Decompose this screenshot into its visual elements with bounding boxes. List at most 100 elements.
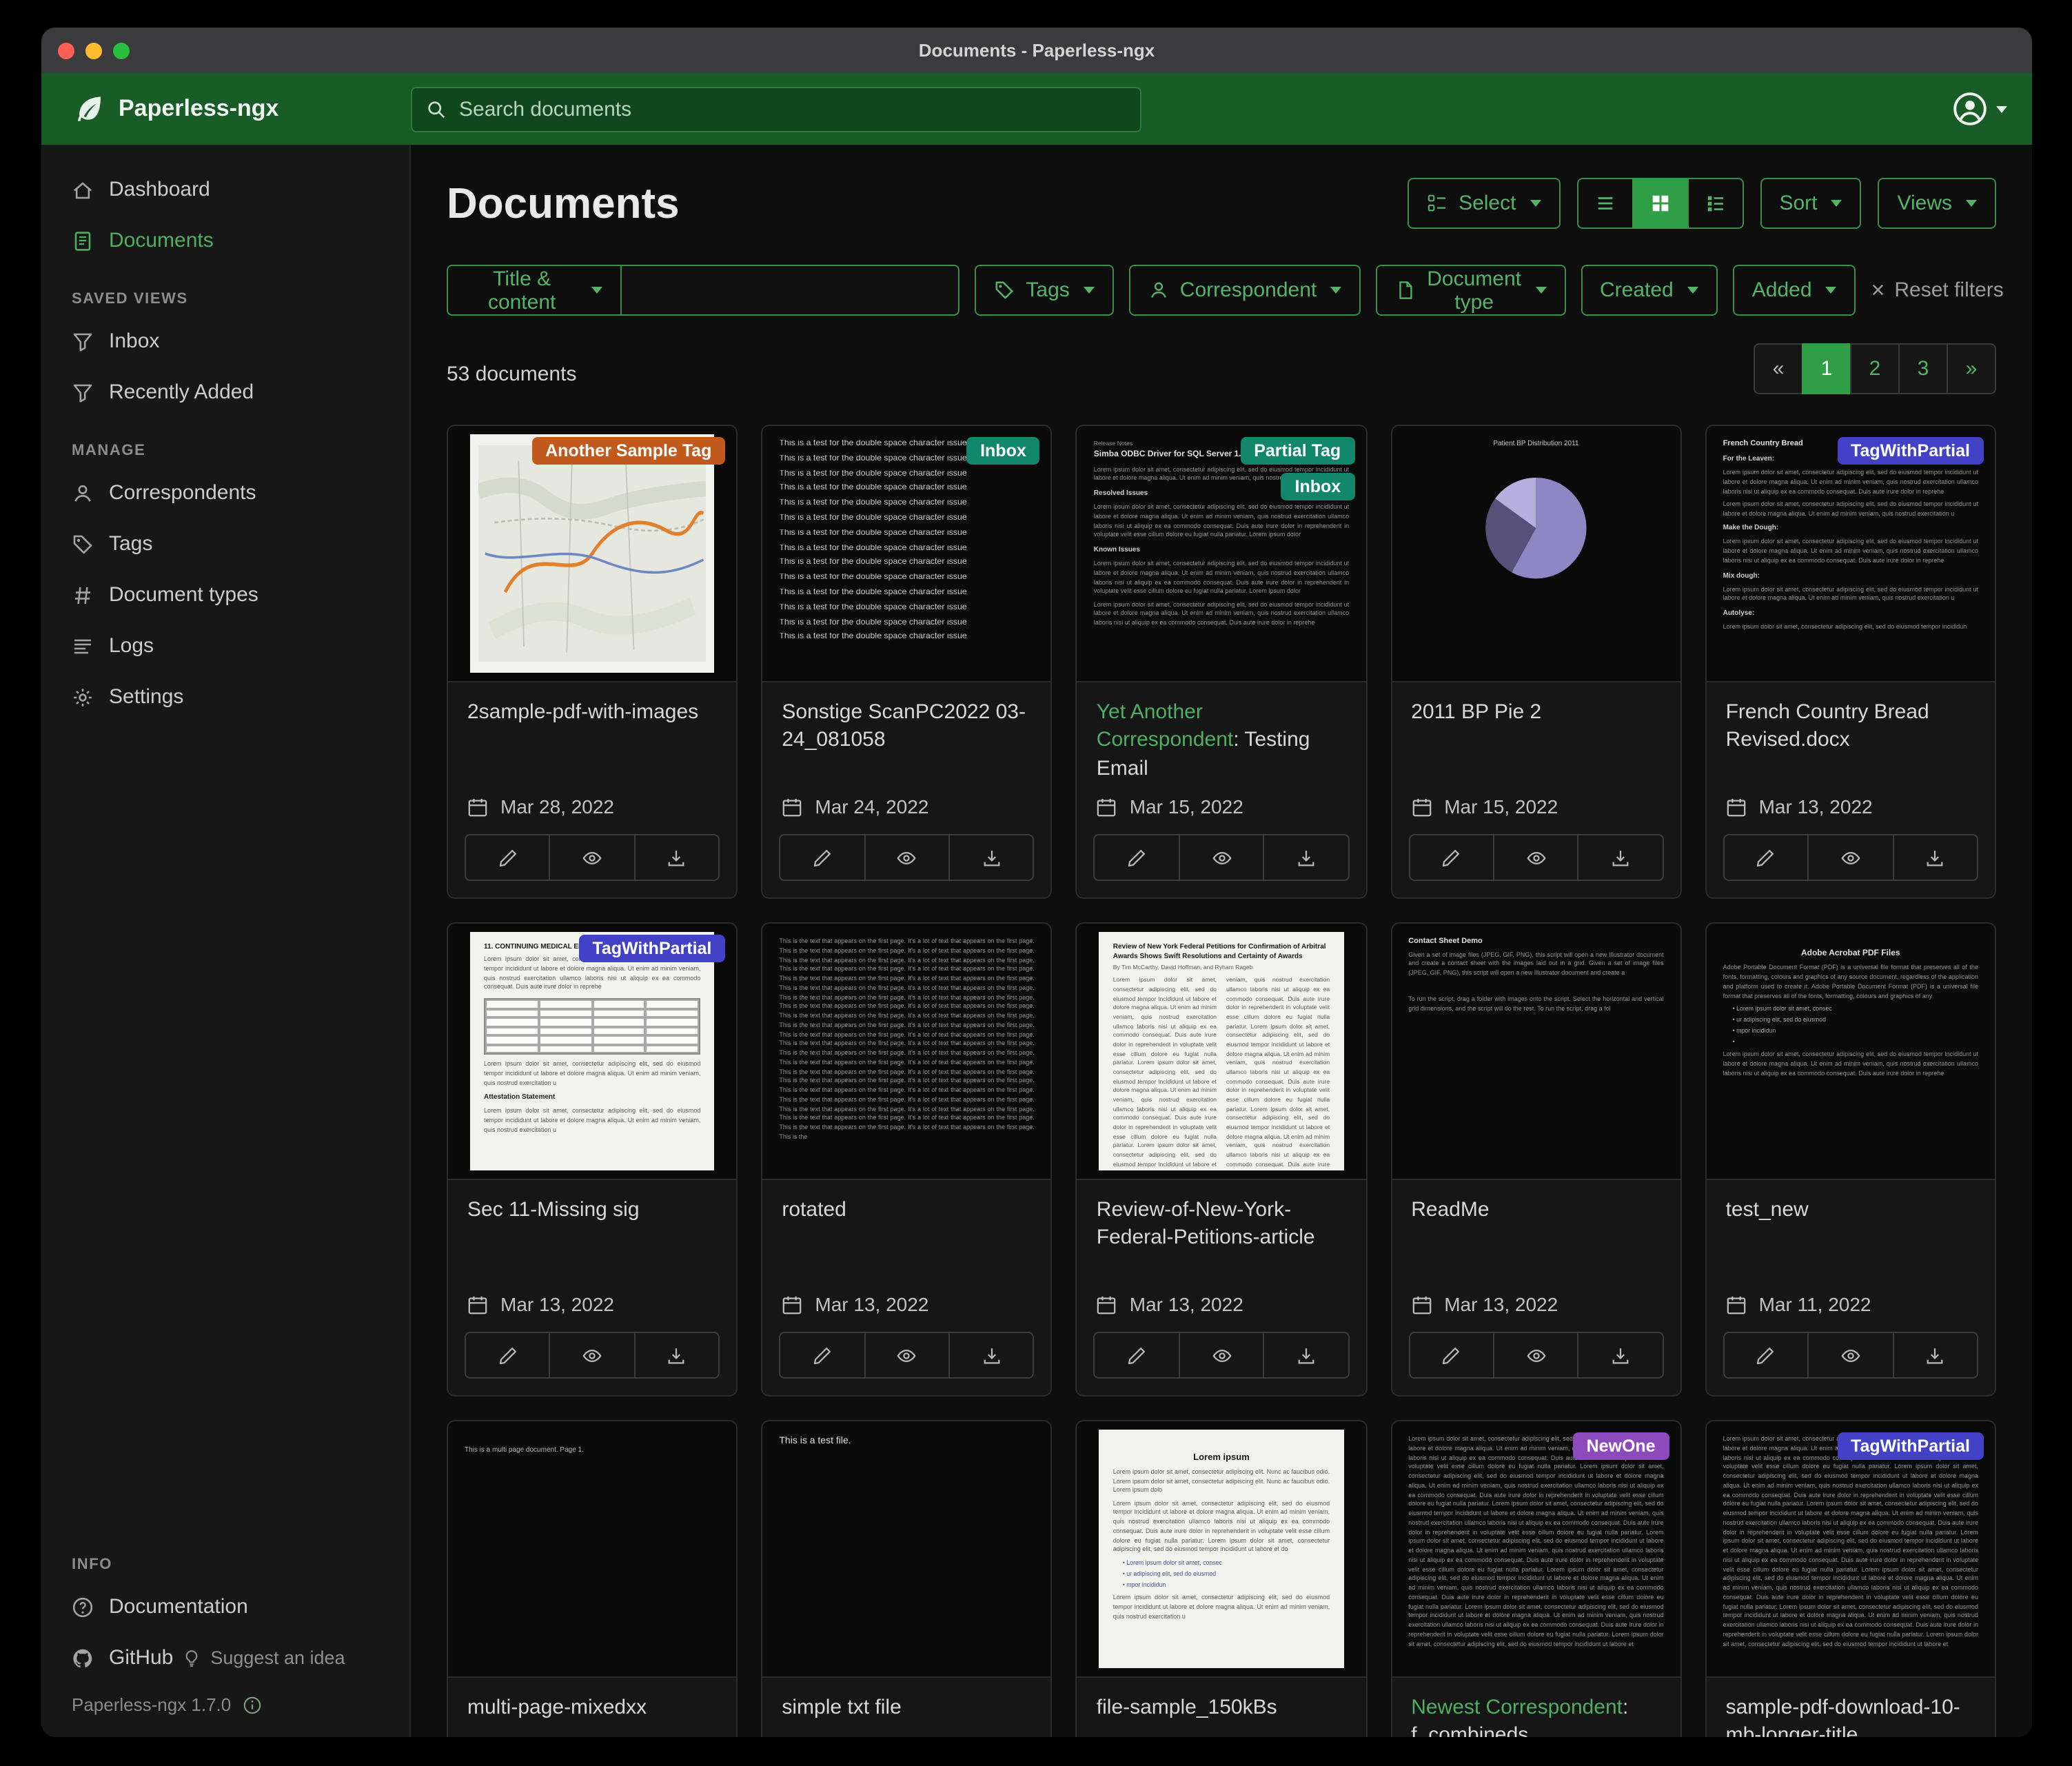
window-minimize-button[interactable] [85, 42, 102, 59]
sidebar-item-logs[interactable]: Logs [41, 620, 409, 671]
document-thumbnail[interactable]: Lorem ipsum dolor sit amet, consectetur … [1707, 1421, 1995, 1678]
document-title[interactable]: file-sample_150kBs [1077, 1678, 1365, 1737]
document-card[interactable]: This is a test file. simple txt file [761, 1420, 1052, 1737]
edit-document-button[interactable] [465, 1332, 551, 1379]
document-card[interactable]: Release NotesSimba ODBC Driver for SQL S… [1076, 425, 1367, 899]
view-document-button[interactable] [1493, 1332, 1579, 1379]
document-title[interactable]: rotated [762, 1180, 1050, 1260]
edit-document-button[interactable] [1408, 834, 1494, 881]
search-input[interactable] [459, 97, 1126, 121]
tag-badge[interactable]: Inbox [1281, 473, 1355, 500]
download-document-button[interactable] [1892, 1332, 1978, 1379]
filter-added-button[interactable]: Added [1733, 265, 1856, 316]
download-document-button[interactable] [1263, 834, 1349, 881]
document-thumbnail[interactable]: Contact Sheet DemoGiven a set of image f… [1392, 924, 1680, 1180]
document-thumbnail[interactable]: This is a test for the double space char… [762, 426, 1050, 682]
edit-document-button[interactable] [465, 834, 551, 881]
document-thumbnail[interactable]: Lorem ipsum dolor sit amet, consectetur … [1392, 1421, 1680, 1678]
document-thumbnail[interactable]: 11. CONTINUING MEDICAL EDUCATIONLorem ip… [448, 924, 736, 1180]
tag-badge[interactable]: TagWithPartial [1837, 437, 1984, 465]
filter-document-type-button[interactable]: Document type [1376, 265, 1565, 316]
view-list-button[interactable] [1576, 178, 1633, 229]
tag-badge[interactable]: NewOne [1573, 1432, 1669, 1460]
filter-text-input[interactable] [620, 265, 959, 316]
user-menu[interactable] [1952, 91, 2007, 127]
edit-document-button[interactable] [1094, 834, 1180, 881]
document-card[interactable]: Patient BP Distribution 2011 2011 BP Pie… [1390, 425, 1681, 899]
download-document-button[interactable] [948, 1332, 1035, 1379]
document-thumbnail[interactable]: This is a multi page document. Page 1. [448, 1421, 736, 1678]
view-document-button[interactable] [549, 1332, 636, 1379]
pagination-next-button[interactable]: » [1947, 343, 1996, 394]
download-document-button[interactable] [1578, 1332, 1664, 1379]
pagination-page-button[interactable]: 3 [1898, 343, 1948, 394]
tag-badge[interactable]: Another Sample Tag [531, 437, 725, 465]
edit-document-button[interactable] [779, 1332, 865, 1379]
view-document-button[interactable] [1807, 1332, 1893, 1379]
sidebar-item-dashboard[interactable]: Dashboard [41, 164, 409, 215]
pagination-page-button[interactable]: 1 [1802, 343, 1851, 394]
edit-document-button[interactable] [1408, 1332, 1494, 1379]
view-document-button[interactable] [1179, 1332, 1265, 1379]
sidebar-item-tags[interactable]: Tags [41, 518, 409, 569]
document-thumbnail[interactable]: Patient BP Distribution 2011 [1392, 426, 1680, 682]
document-thumbnail[interactable]: Release NotesSimba ODBC Driver for SQL S… [1077, 426, 1365, 682]
sort-button[interactable]: Sort [1760, 178, 1861, 229]
tag-badge[interactable]: Partial Tag [1240, 437, 1354, 465]
document-title[interactable]: test_new [1707, 1180, 1995, 1260]
document-card[interactable]: Lorem ipsumLorem ipsum dolor sit amet, c… [1076, 1420, 1367, 1737]
view-document-button[interactable] [549, 834, 636, 881]
document-card[interactable]: Adobe Acrobat PDF FilesAdobe Portable Do… [1705, 922, 1996, 1397]
pagination-prev-button[interactable]: « [1754, 343, 1803, 394]
document-card[interactable]: 11. CONTINUING MEDICAL EDUCATIONLorem ip… [447, 922, 738, 1397]
document-title[interactable]: sample-pdf-download-10-mb-longer-title [1707, 1678, 1995, 1737]
document-card[interactable]: Review of New York Federal Petitions for… [1076, 922, 1367, 1397]
document-title[interactable]: multi-page-mixedxx [448, 1678, 736, 1737]
document-card[interactable]: Lorem ipsum dolor sit amet, consectetur … [1705, 1420, 1996, 1737]
sidebar-item-inbox[interactable]: Inbox [41, 316, 409, 367]
sidebar-item-documents[interactable]: Documents [41, 215, 409, 266]
sidebar-item-suggest-idea[interactable]: Suggest an idea [181, 1647, 345, 1668]
sidebar-item-documentation[interactable]: Documentation [41, 1581, 409, 1632]
document-correspondent[interactable]: Newest Correspondent [1411, 1696, 1623, 1719]
download-document-button[interactable] [634, 834, 720, 881]
document-card[interactable]: This is a multi page document. Page 1. m… [447, 1420, 738, 1737]
download-document-button[interactable] [1892, 834, 1978, 881]
document-thumbnail[interactable]: Review of New York Federal Petitions for… [1077, 924, 1365, 1180]
document-thumbnail[interactable]: This is the text that appears on the fir… [762, 924, 1050, 1180]
filter-created-button[interactable]: Created [1581, 265, 1718, 316]
document-title[interactable]: French Country Bread Revised.docx [1707, 682, 1995, 762]
document-card[interactable]: French Country BreadFor the Leaven:Lorem… [1705, 425, 1996, 899]
filter-title-content-button[interactable]: Title & content [447, 265, 622, 316]
select-button[interactable]: Select [1408, 178, 1560, 229]
window-zoom-button[interactable] [113, 42, 130, 59]
document-thumbnail[interactable]: Another Sample Tag [448, 426, 736, 682]
view-document-button[interactable] [1807, 834, 1893, 881]
window-close-button[interactable] [58, 42, 74, 59]
document-title[interactable]: Review-of-New-York-Federal-Petitions-art… [1077, 1180, 1365, 1260]
view-details-button[interactable] [1687, 178, 1743, 229]
tag-badge[interactable]: Inbox [966, 437, 1040, 465]
document-title[interactable]: Yet Another Correspondent: Testing Email [1077, 682, 1365, 783]
sidebar-item-recently-added[interactable]: Recently Added [41, 367, 409, 418]
document-title[interactable]: 2011 BP Pie 2 [1392, 682, 1680, 762]
sidebar-item-github[interactable]: GitHub [41, 1632, 181, 1683]
document-title[interactable]: ReadMe [1392, 1180, 1680, 1260]
document-card[interactable]: Lorem ipsum dolor sit amet, consectetur … [1390, 1420, 1681, 1737]
views-button[interactable]: Views [1878, 178, 1997, 229]
view-document-button[interactable] [864, 1332, 950, 1379]
download-document-button[interactable] [1263, 1332, 1349, 1379]
edit-document-button[interactable] [779, 834, 865, 881]
sidebar-item-settings[interactable]: Settings [41, 671, 409, 722]
document-thumbnail[interactable]: French Country BreadFor the Leaven:Lorem… [1707, 426, 1995, 682]
document-card[interactable]: This is the text that appears on the fir… [761, 922, 1052, 1397]
document-title[interactable]: Sonstige ScanPC2022 03-24_081058 [762, 682, 1050, 762]
document-correspondent[interactable]: Yet Another Correspondent [1097, 700, 1233, 752]
filter-tags-button[interactable]: Tags [975, 265, 1113, 316]
tag-badge[interactable]: TagWithPartial [578, 935, 725, 962]
document-thumbnail[interactable]: Lorem ipsumLorem ipsum dolor sit amet, c… [1077, 1421, 1365, 1678]
download-document-button[interactable] [948, 834, 1035, 881]
view-document-button[interactable] [1493, 834, 1579, 881]
document-card[interactable]: Another Sample Tag 2sample-pdf-with-imag… [447, 425, 738, 899]
view-grid-button[interactable] [1632, 178, 1688, 229]
